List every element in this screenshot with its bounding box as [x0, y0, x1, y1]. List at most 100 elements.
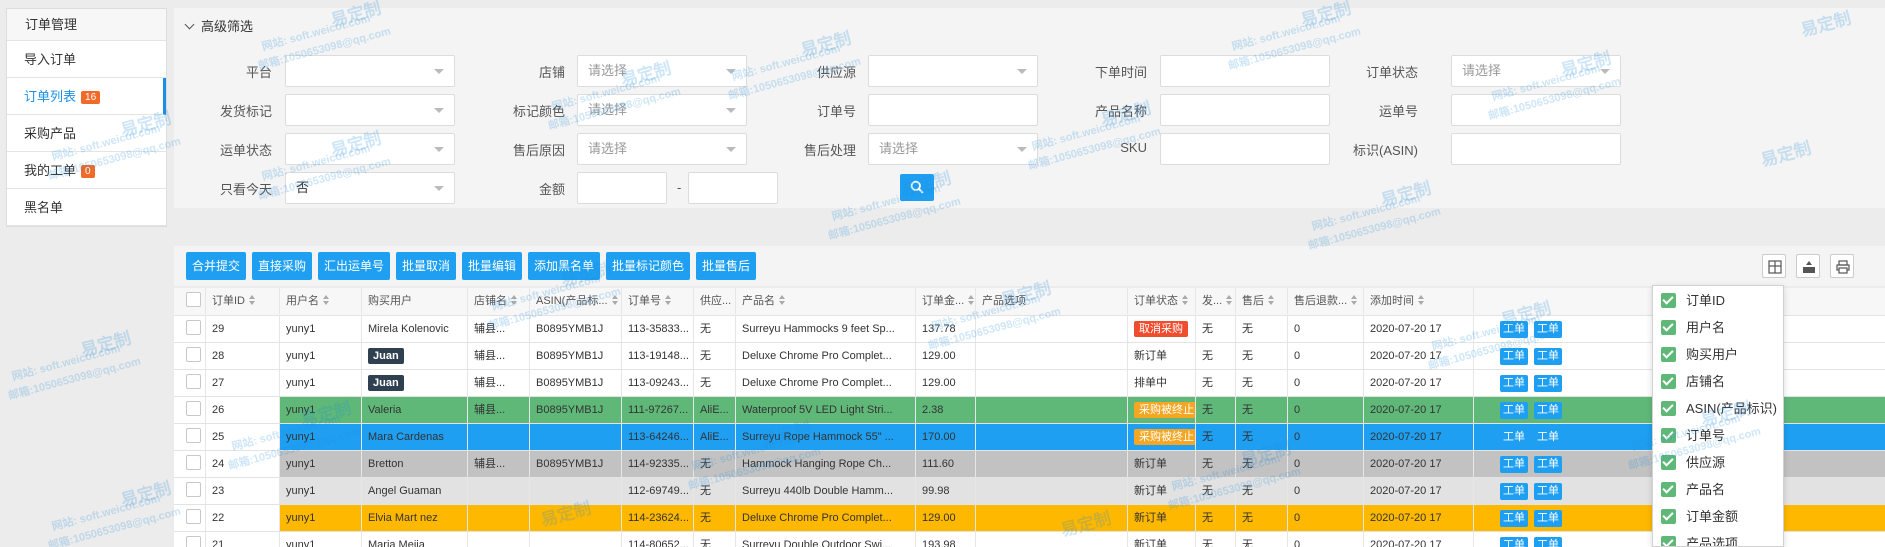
- sort-icon[interactable]: [1418, 295, 1425, 305]
- sort-icon[interactable]: [1268, 295, 1275, 305]
- table-row[interactable]: 24 yuny1 Bretton 辅县... B0895YMB1J 114-92335..…: [174, 451, 1885, 478]
- column-toggle-option[interactable]: 产品选项: [1661, 534, 1738, 546]
- work-order-button[interactable]: 工单: [1534, 456, 1562, 473]
- column-toggle-option[interactable]: 订单号: [1661, 426, 1725, 446]
- column-header[interactable]: 购买用户: [362, 288, 468, 314]
- checkbox-checked-icon[interactable]: [1661, 455, 1676, 470]
- column-toggle-option[interactable]: 购买用户: [1661, 345, 1738, 365]
- export-icon[interactable]: [1796, 254, 1820, 278]
- work-order-button[interactable]: 工单: [1534, 402, 1562, 419]
- column-toggle-option[interactable]: 供应源: [1661, 453, 1725, 473]
- sidebar-item-my-tickets[interactable]: 我的工单 0: [7, 152, 166, 189]
- row-checkbox[interactable]: [186, 509, 201, 524]
- column-header[interactable]: 产品选项: [976, 288, 1128, 314]
- table-row[interactable]: 29 yuny1 Mirela Kolenovic 辅县... B0895YMB1J 11…: [174, 316, 1885, 343]
- column-header[interactable]: 供应...: [694, 288, 736, 314]
- work-order-button[interactable]: 工单: [1534, 321, 1562, 338]
- table-row[interactable]: 21 yuny1 Maria Mejia 114-80652... 无 Surreyu D…: [174, 532, 1885, 547]
- work-order-button[interactable]: 工单: [1500, 537, 1528, 547]
- supplier-select[interactable]: [868, 55, 1038, 87]
- row-checkbox[interactable]: [186, 428, 201, 443]
- work-order-button[interactable]: 工单: [1500, 402, 1528, 419]
- sort-icon[interactable]: [611, 295, 619, 305]
- select-all-checkbox[interactable]: [174, 288, 206, 314]
- work-order-button[interactable]: 工单: [1500, 375, 1528, 392]
- tracking-no-input[interactable]: [1451, 94, 1621, 126]
- column-header[interactable]: 售后: [1236, 288, 1288, 314]
- mark-color-select[interactable]: 请选择: [577, 94, 747, 126]
- column-header[interactable]: 添加时间: [1364, 288, 1474, 314]
- column-toggle-option[interactable]: 用户名: [1661, 318, 1725, 338]
- today-only-select[interactable]: 否: [285, 172, 455, 204]
- work-order-button[interactable]: 工单: [1500, 348, 1528, 365]
- checkbox[interactable]: [186, 292, 201, 307]
- column-header[interactable]: ASIN(产品标...: [530, 288, 622, 314]
- sort-icon[interactable]: [511, 295, 518, 305]
- checkbox-checked-icon[interactable]: [1661, 509, 1676, 524]
- row-checkbox[interactable]: [186, 374, 201, 389]
- sidebar-item-blacklist[interactable]: 黑名单: [7, 189, 166, 226]
- sort-icon[interactable]: [779, 295, 786, 305]
- ship-mark-select[interactable]: [285, 94, 455, 126]
- work-order-button[interactable]: 工单: [1534, 483, 1562, 500]
- print-icon[interactable]: [1830, 254, 1854, 278]
- checkbox-checked-icon[interactable]: [1661, 428, 1676, 443]
- shipping-status-select[interactable]: [285, 133, 455, 165]
- column-header[interactable]: 用户名: [280, 288, 362, 314]
- after-sale-reason-select[interactable]: 请选择: [577, 133, 747, 165]
- order-time-input[interactable]: [1160, 55, 1330, 87]
- batch-after-sale-button[interactable]: 批量售后: [696, 252, 756, 280]
- platform-select[interactable]: [285, 55, 455, 87]
- checkbox-checked-icon[interactable]: [1661, 320, 1676, 335]
- table-row[interactable]: 27 yuny1 Juan 辅县... B0895YMB1J 113-09243... 无 D…: [174, 370, 1885, 397]
- sidebar-item-order-list[interactable]: 订单列表 16: [7, 78, 166, 115]
- checkbox-checked-icon[interactable]: [1661, 401, 1676, 416]
- column-toggle-option[interactable]: ASIN(产品标识): [1661, 399, 1777, 419]
- work-order-button[interactable]: 工单: [1534, 537, 1562, 547]
- work-order-button[interactable]: 工单: [1500, 483, 1528, 500]
- work-order-button[interactable]: 工单: [1500, 456, 1528, 473]
- order-no-input[interactable]: [868, 94, 1038, 126]
- column-header[interactable]: 订单状态: [1128, 288, 1196, 314]
- work-order-button[interactable]: 工单: [1500, 510, 1528, 527]
- row-checkbox[interactable]: [186, 536, 201, 547]
- column-header[interactable]: 发...: [1196, 288, 1236, 314]
- checkbox-checked-icon[interactable]: [1661, 482, 1676, 497]
- column-toggle-option[interactable]: 店铺名: [1661, 372, 1725, 392]
- column-toggle-option[interactable]: 订单金额: [1661, 507, 1738, 527]
- sort-icon[interactable]: [1182, 295, 1189, 305]
- sidebar-item-import-orders[interactable]: 导入订单: [7, 41, 166, 78]
- work-order-button[interactable]: 工单: [1534, 348, 1562, 365]
- row-checkbox[interactable]: [186, 347, 201, 362]
- sort-icon[interactable]: [1226, 295, 1233, 305]
- checkbox-checked-icon[interactable]: [1661, 293, 1676, 308]
- batch-cancel-button[interactable]: 批量取消: [396, 252, 456, 280]
- checkbox-checked-icon[interactable]: [1661, 347, 1676, 362]
- column-header[interactable]: 订单ID: [206, 288, 280, 314]
- column-toggle-option[interactable]: 订单ID: [1661, 291, 1725, 311]
- checkbox-checked-icon[interactable]: [1661, 374, 1676, 389]
- work-order-button[interactable]: 工单: [1500, 429, 1528, 446]
- column-toggle-option[interactable]: 产品名: [1661, 480, 1725, 500]
- work-order-button[interactable]: 工单: [1500, 321, 1528, 338]
- order-status-select[interactable]: 请选择: [1451, 55, 1621, 87]
- direct-purchase-button[interactable]: 直接采购: [252, 252, 312, 280]
- sort-icon[interactable]: [249, 295, 256, 305]
- add-blacklist-button[interactable]: 添加黑名单: [528, 252, 600, 280]
- product-name-input[interactable]: [1160, 94, 1330, 126]
- sku-input[interactable]: [1160, 133, 1330, 165]
- row-checkbox[interactable]: [186, 401, 201, 416]
- row-checkbox[interactable]: [186, 482, 201, 497]
- sort-icon[interactable]: [1351, 295, 1358, 305]
- amount-min-input[interactable]: [577, 172, 667, 204]
- merge-submit-button[interactable]: 合并提交: [186, 252, 246, 280]
- shop-select[interactable]: 请选择: [577, 55, 747, 87]
- batch-edit-button[interactable]: 批量编辑: [462, 252, 522, 280]
- batch-mark-color-button[interactable]: 批量标记颜色: [606, 252, 690, 280]
- export-tracking-button[interactable]: 汇出运单号: [318, 252, 390, 280]
- column-header[interactable]: 售后退款...: [1288, 288, 1364, 314]
- column-header[interactable]: 店铺名: [468, 288, 530, 314]
- table-row[interactable]: 22 yuny1 Elvia Mart nez 114-23624... 无 Deluxe…: [174, 505, 1885, 532]
- column-header[interactable]: 订单号: [622, 288, 694, 314]
- asin-input[interactable]: [1451, 133, 1621, 165]
